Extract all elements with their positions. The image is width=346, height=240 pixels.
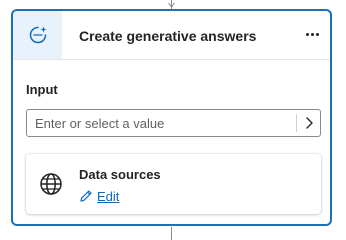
generative-answers-icon	[29, 26, 46, 44]
value-field	[26, 109, 321, 137]
globe-icon	[40, 173, 62, 195]
flow-connector-bottom	[171, 227, 172, 240]
edit-data-sources-link[interactable]: Edit	[79, 187, 119, 205]
data-sources-title: Data sources	[79, 167, 161, 182]
more-options-icon	[305, 32, 309, 36]
generative-answers-node[interactable]: Create generative answers Input Data sou…	[11, 9, 332, 226]
pencil-icon	[80, 190, 92, 202]
value-input[interactable]	[27, 110, 295, 136]
chevron-right-icon	[306, 117, 313, 129]
node-title: Create generative answers	[79, 28, 257, 44]
data-sources-card: Data sources Edit	[26, 154, 321, 214]
edit-label: Edit	[97, 188, 120, 204]
input-label: Input	[26, 82, 58, 97]
node-header: Create generative answers	[13, 11, 330, 60]
arrow-down-icon	[168, 2, 175, 8]
header-icon-container	[13, 11, 62, 59]
more-options-button[interactable]	[300, 24, 324, 44]
select-value-button[interactable]	[297, 110, 321, 136]
